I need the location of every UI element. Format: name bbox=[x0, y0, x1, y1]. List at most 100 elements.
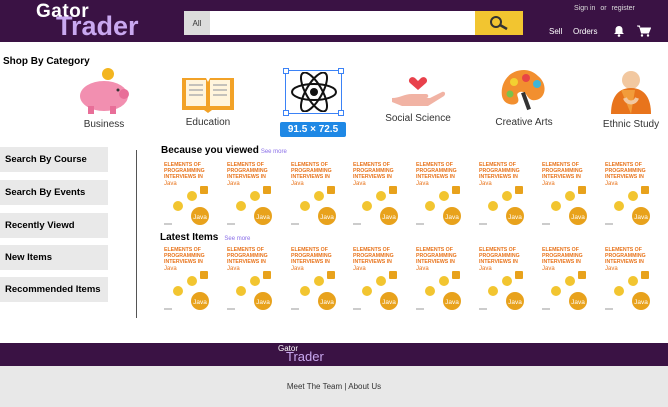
see-more-link[interactable]: See more bbox=[224, 236, 250, 242]
category-social-science[interactable]: Social Science bbox=[384, 72, 452, 124]
book-cover-art: ELEMENTS OFPROGRAMMINGINTERVIEWS INJavaJ… bbox=[603, 160, 653, 228]
footer-logo[interactable]: Gator Trader bbox=[278, 345, 324, 364]
book-card[interactable]: ELEMENTS OF PROGRAMMING INTERVIEWS IN Java J… bbox=[225, 245, 275, 313]
book-card[interactable]: ELEMENTS OF PROGRAMMING INTERVIEWS IN Java J… bbox=[603, 245, 653, 313]
category-label: Creative Arts bbox=[495, 117, 553, 128]
category-label: Social Science bbox=[385, 113, 451, 124]
footer-bar bbox=[0, 343, 668, 366]
svg-text:Java: Java bbox=[634, 299, 648, 306]
book-card[interactable]: ELEMENTS OF PROGRAMMING INTERVIEWS IN Java J… bbox=[540, 245, 590, 313]
category-label: Business bbox=[83, 119, 125, 130]
svg-text:Java: Java bbox=[479, 266, 492, 272]
search-icon bbox=[490, 16, 508, 31]
category-ethnic-study[interactable]: Ethnic Study bbox=[598, 66, 664, 130]
book-card[interactable]: ELEMENTS OF PROGRAMMING INTERVIEWS IN Java J… bbox=[289, 160, 339, 228]
svg-text:INTERVIEWS IN: INTERVIEWS IN bbox=[542, 259, 581, 265]
category-select[interactable]: All bbox=[184, 11, 210, 35]
register-link[interactable]: register bbox=[612, 5, 635, 12]
book-card[interactable]: ELEMENTS OF PROGRAMMING INTERVIEWS IN Java J… bbox=[225, 160, 275, 228]
svg-text:Java: Java bbox=[542, 266, 555, 272]
book-card[interactable]: ELEMENTS OF PROGRAMMING INTERVIEWS IN Java J… bbox=[477, 160, 527, 228]
book-card[interactable]: ELEMENTS OF PROGRAMMING INTERVIEWS IN Java J… bbox=[477, 245, 527, 313]
book-card[interactable]: ELEMENTS OF PROGRAMMING INTERVIEWS IN Java J… bbox=[540, 160, 590, 228]
cart-icon[interactable] bbox=[637, 25, 651, 37]
svg-text:INTERVIEWS IN: INTERVIEWS IN bbox=[605, 174, 644, 180]
book-card[interactable]: ELEMENTS OF PROGRAMMING INTERVIEWS IN Java J… bbox=[351, 245, 401, 313]
footer-logo-bottom: Trader bbox=[286, 349, 324, 364]
orders-link[interactable]: Orders bbox=[573, 27, 597, 36]
selection-box[interactable] bbox=[283, 68, 344, 116]
book-cover-art: ELEMENTS OFPROGRAMMINGINTERVIEWS INJavaJ… bbox=[540, 160, 590, 228]
footer-links[interactable]: Meet The Team | About Us bbox=[0, 382, 668, 391]
svg-text:Java: Java bbox=[634, 214, 648, 221]
svg-text:INTERVIEWS IN: INTERVIEWS IN bbox=[164, 259, 203, 265]
monk-icon bbox=[611, 71, 651, 114]
book-card[interactable]: ELEMENTS OF PROGRAMMING INTERVIEWS IN Java J… bbox=[289, 245, 339, 313]
book-cover-art: ELEMENTS OFPROGRAMMINGINTERVIEWS INJavaJ… bbox=[289, 160, 339, 228]
sidebar-item-search-by-course[interactable]: Search By Course bbox=[0, 147, 108, 172]
selection-size-badge: 91.5 × 72.5 bbox=[280, 122, 346, 137]
svg-text:Java: Java bbox=[445, 214, 459, 221]
section-heading: Latest Items bbox=[160, 232, 219, 243]
category-label: Education bbox=[185, 117, 231, 128]
svg-text:INTERVIEWS IN: INTERVIEWS IN bbox=[227, 174, 266, 180]
svg-text:Java: Java bbox=[605, 181, 618, 187]
book-card[interactable]: ELEMENTS OF PROGRAMMING INTERVIEWS IN Java J… bbox=[414, 160, 464, 228]
book-card[interactable]: ELEMENTS OF PROGRAMMING INTERVIEWS IN Java J… bbox=[603, 160, 653, 228]
svg-text:INTERVIEWS IN: INTERVIEWS IN bbox=[353, 259, 392, 265]
category-education[interactable]: Education bbox=[176, 72, 240, 128]
svg-text:Java: Java bbox=[508, 299, 522, 306]
book-icon bbox=[182, 78, 234, 113]
search-input[interactable] bbox=[210, 11, 475, 35]
book-cover-art: ELEMENTS OFPROGRAMMINGINTERVIEWS INJavaJ… bbox=[289, 245, 339, 313]
svg-text:Java: Java bbox=[542, 181, 555, 187]
svg-text:Java: Java bbox=[256, 299, 270, 306]
svg-text:Java: Java bbox=[571, 214, 585, 221]
svg-text:INTERVIEWS IN: INTERVIEWS IN bbox=[479, 174, 518, 180]
svg-text:Java: Java bbox=[164, 181, 177, 187]
svg-text:INTERVIEWS IN: INTERVIEWS IN bbox=[605, 259, 644, 265]
svg-text:Java: Java bbox=[320, 214, 334, 221]
sidebar-item-search-by-events[interactable]: Search By Events bbox=[0, 180, 108, 205]
svg-text:INTERVIEWS IN: INTERVIEWS IN bbox=[291, 259, 330, 265]
see-more-link[interactable]: See more bbox=[261, 149, 287, 155]
svg-text:INTERVIEWS IN: INTERVIEWS IN bbox=[291, 174, 330, 180]
piggy-bank-icon bbox=[80, 68, 129, 114]
book-card[interactable]: ELEMENTS OF PROGRAMMING INTERVIEWS IN Java J… bbox=[414, 245, 464, 313]
category-creative-arts[interactable]: Creative Arts bbox=[490, 68, 558, 128]
svg-text:Java: Java bbox=[416, 266, 429, 272]
book-cover-art: ELEMENTS OFPROGRAMMINGINTERVIEWS INJavaJ… bbox=[477, 160, 527, 228]
sidebar-divider bbox=[136, 150, 137, 318]
book-card[interactable]: ELEMENTS OF PROGRAMMING INTERVIEWS IN Java J… bbox=[162, 160, 212, 228]
sidebar-item-recommended-items[interactable]: Recommended Items bbox=[0, 277, 108, 302]
svg-text:Java: Java bbox=[353, 181, 366, 187]
bell-icon[interactable] bbox=[613, 25, 625, 37]
svg-text:Java: Java bbox=[605, 266, 618, 272]
book-cover-art: ELEMENTS OFPROGRAMMINGINTERVIEWS INJavaJ… bbox=[603, 245, 653, 313]
svg-text:INTERVIEWS IN: INTERVIEWS IN bbox=[542, 174, 581, 180]
category-business[interactable]: Business bbox=[72, 66, 136, 130]
svg-text:Java: Java bbox=[479, 181, 492, 187]
svg-text:Java: Java bbox=[382, 299, 396, 306]
book-cover-art: ELEMENTS OFPROGRAMMINGINTERVIEWS INJavaJ… bbox=[351, 245, 401, 313]
book-cover-art: ELEMENTS OFPROGRAMMINGINTERVIEWS INJavaJ… bbox=[351, 160, 401, 228]
sidebar-item-new-items[interactable]: New Items bbox=[0, 245, 108, 270]
logo[interactable]: Gator Trader bbox=[36, 2, 139, 40]
svg-text:Java: Java bbox=[256, 214, 270, 221]
svg-text:INTERVIEWS IN: INTERVIEWS IN bbox=[227, 259, 266, 265]
svg-text:Java: Java bbox=[382, 214, 396, 221]
sell-link[interactable]: Sell bbox=[549, 27, 562, 36]
svg-text:Java: Java bbox=[193, 214, 207, 221]
book-cover-art: ELEMENTS OFPROGRAMMINGINTERVIEWS INJavaJ… bbox=[225, 245, 275, 313]
svg-text:Java: Java bbox=[291, 266, 304, 272]
book-card[interactable]: ELEMENTS OF PROGRAMMING INTERVIEWS IN Java J… bbox=[162, 245, 212, 313]
svg-text:INTERVIEWS IN: INTERVIEWS IN bbox=[353, 174, 392, 180]
svg-text:Java: Java bbox=[508, 214, 522, 221]
search-button[interactable] bbox=[475, 11, 523, 35]
because-you-viewed-title: Because you viewed See more bbox=[161, 145, 287, 156]
sidebar-item-recently-viewed[interactable]: Recently Viewd bbox=[0, 213, 108, 238]
sign-in-link[interactable]: Sign in bbox=[574, 5, 595, 12]
svg-text:Java: Java bbox=[445, 299, 459, 306]
category-label: Ethnic Study bbox=[602, 119, 660, 130]
book-card[interactable]: ELEMENTS OF PROGRAMMING INTERVIEWS IN Java J… bbox=[351, 160, 401, 228]
